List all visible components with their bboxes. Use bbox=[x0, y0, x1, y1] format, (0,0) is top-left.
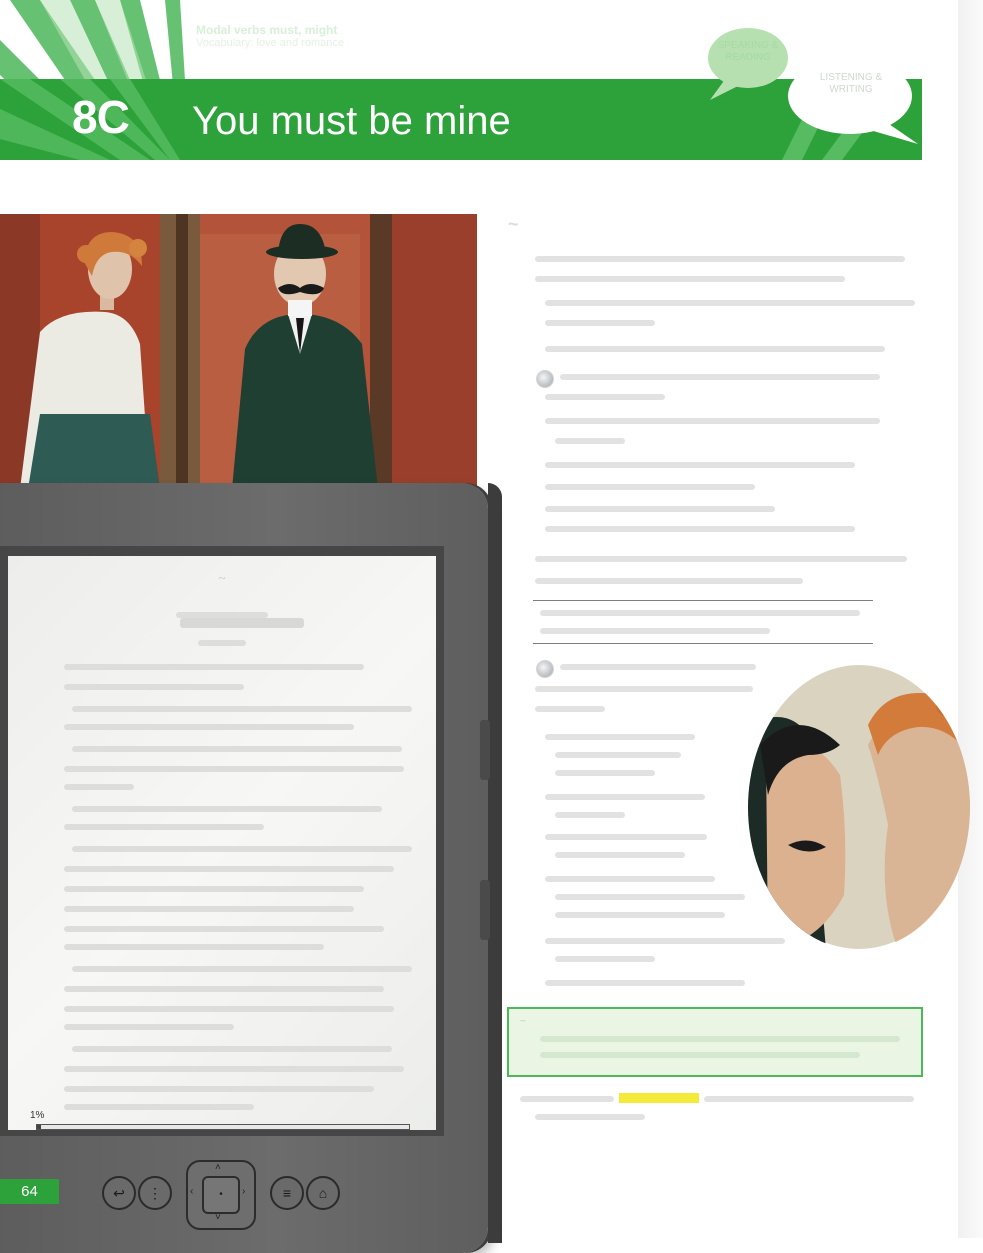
home-button[interactable]: ⌂ bbox=[306, 1176, 340, 1210]
ereader-screen: ~ bbox=[8, 556, 436, 1130]
select-button[interactable]: • bbox=[202, 1176, 240, 1214]
back-button[interactable]: ↩ bbox=[102, 1176, 136, 1210]
highlighted-word bbox=[619, 1093, 699, 1103]
couple-closeup-illustration bbox=[748, 665, 970, 950]
keyboard-button[interactable]: ⋮ bbox=[138, 1176, 172, 1210]
ereader-edge bbox=[488, 483, 502, 1243]
divider-line bbox=[533, 600, 873, 601]
audio-cd-icon[interactable] bbox=[536, 660, 554, 678]
divider-line bbox=[533, 643, 873, 644]
reading-progress-fill bbox=[37, 1125, 41, 1129]
left-arrow-icon[interactable]: ‹ bbox=[190, 1186, 193, 1197]
speech-bubble-green bbox=[708, 28, 788, 100]
page-number: 64 bbox=[0, 1179, 59, 1204]
bubble-white-label: LISTENING & WRITING bbox=[819, 72, 883, 95]
tip-box bbox=[507, 1007, 923, 1077]
couple-illustration bbox=[0, 214, 477, 489]
speech-bubble-white bbox=[788, 58, 918, 144]
lesson-number: 8C bbox=[72, 91, 130, 143]
grammar-heading: Modal verbs must, might Vocabulary: love… bbox=[196, 23, 416, 50]
audio-cd-icon[interactable] bbox=[536, 370, 554, 388]
screen-chapter-heading: ~ bbox=[218, 570, 226, 585]
menu-icon: ≡ bbox=[282, 1185, 292, 1201]
right-arrow-icon[interactable]: › bbox=[242, 1186, 245, 1197]
bubble-green-label: SPEAKING & READING bbox=[717, 40, 779, 63]
grammar-subtopic: Vocabulary: love and romance bbox=[196, 37, 344, 50]
grammar-topic: Modal verbs must, might bbox=[196, 23, 338, 37]
page-turn-button[interactable] bbox=[480, 720, 490, 780]
up-arrow-icon[interactable]: ˄ bbox=[215, 1162, 221, 1173]
menu-button[interactable]: ≡ bbox=[270, 1176, 304, 1210]
reading-progress-bar bbox=[36, 1124, 410, 1130]
page-edge bbox=[958, 0, 983, 1238]
lesson-title: You must be mine bbox=[192, 99, 511, 143]
home-icon: ⌂ bbox=[318, 1185, 328, 1201]
back-icon: ↩ bbox=[113, 1185, 125, 1201]
keyboard-icon: ⋮ bbox=[148, 1185, 162, 1201]
page-turn-button[interactable] bbox=[480, 880, 490, 940]
exercise-heading: ~ bbox=[508, 214, 520, 234]
tip-box-title: ~ bbox=[520, 1016, 526, 1027]
reading-progress-label: 1% bbox=[30, 1110, 45, 1121]
